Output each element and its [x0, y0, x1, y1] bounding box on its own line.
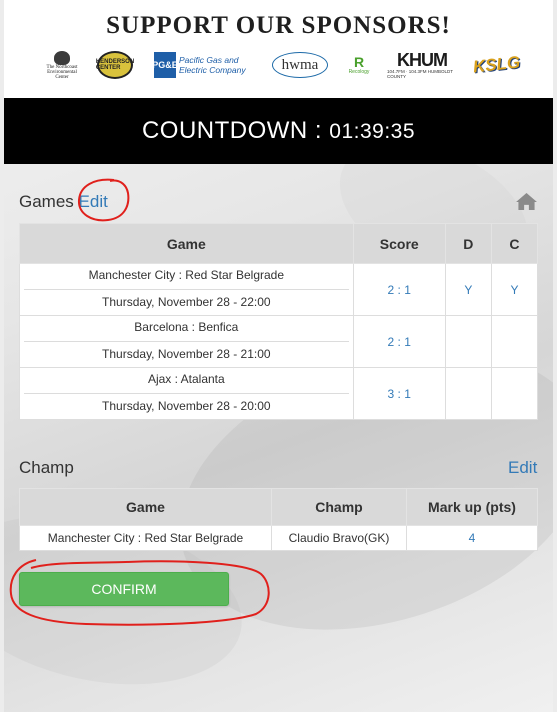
sponsor-logo-kslg[interactable]: KSLG	[472, 48, 522, 82]
champ-game: Manchester City : Red Star Belgrade	[19, 525, 272, 551]
game-score[interactable]: 2 : 1	[352, 315, 446, 368]
games-header: Games Edit	[19, 192, 108, 212]
sponsor-logo-pge[interactable]: PG&E Pacific Gas and Electric Company	[152, 48, 254, 82]
sponsor-logo-hwma[interactable]: hwma	[270, 48, 330, 82]
confirm-button[interactable]: CONFIRM	[19, 572, 229, 606]
column-header-game: Game	[19, 488, 272, 526]
sponsor-logo-recology[interactable]: R Recology	[344, 48, 374, 82]
table-row: Ajax : Atalanta Thursday, November 28 - …	[19, 367, 539, 420]
game-d-flag[interactable]	[444, 315, 492, 368]
game-cell: Manchester City : Red Star Belgrade Thur…	[19, 263, 354, 316]
games-title: Games	[19, 192, 74, 211]
game-cell: Ajax : Atalanta Thursday, November 28 - …	[19, 367, 354, 420]
countdown-bar: COUNTDOWN : 01:39:35	[4, 98, 553, 164]
column-header-score: Score	[352, 223, 446, 264]
sponsor-title: SUPPORT OUR SPONSORS!	[106, 12, 451, 39]
game-c-flag[interactable]	[490, 315, 539, 368]
table-row: Manchester City : Red Star Belgrade Clau…	[19, 525, 538, 551]
column-header-game: Game	[19, 223, 354, 264]
countdown-time: 01:39:35	[329, 120, 416, 143]
game-c-flag[interactable]	[490, 367, 539, 420]
column-header-d: D	[444, 223, 492, 264]
column-header-markup: Mark up (pts)	[406, 488, 538, 526]
game-match: Ajax : Atalanta	[24, 368, 349, 394]
game-date: Thursday, November 28 - 20:00	[102, 399, 271, 413]
games-edit-link[interactable]: Edit	[79, 192, 108, 211]
games-table: Game Score D C Manchester City : Red Sta…	[19, 223, 539, 420]
game-score[interactable]: 2 : 1	[352, 263, 446, 316]
game-score[interactable]: 3 : 1	[352, 367, 446, 420]
sponsor-logo-khum[interactable]: KHUM 104.7FM · 104.3FM HUMBOLDT COUNTY	[387, 48, 457, 82]
game-match: Barcelona : Benfica	[24, 316, 349, 342]
game-cell: Barcelona : Benfica Thursday, November 2…	[19, 315, 354, 368]
leaf-icon	[54, 50, 70, 65]
column-header-c: C	[490, 223, 539, 264]
game-d-flag[interactable]	[444, 367, 492, 420]
champ-table: Game Champ Mark up (pts) Manchester City…	[19, 488, 538, 551]
game-d-flag[interactable]: Y	[444, 263, 492, 316]
sponsor-logos: The Northcoast Environmental Center HEND…	[42, 48, 522, 84]
countdown-label: COUNTDOWN	[141, 117, 308, 144]
champ-markup[interactable]: 4	[406, 525, 538, 551]
page-frame: SUPPORT OUR SPONSORS! The Northcoast Env…	[4, 0, 553, 712]
table-row: Manchester City : Red Star Belgrade Thur…	[19, 263, 539, 316]
games-table-header: Game Score D C	[19, 223, 539, 264]
column-header-champ: Champ	[271, 488, 407, 526]
champ-edit-link[interactable]: Edit	[508, 458, 537, 478]
sponsor-banner: SUPPORT OUR SPONSORS! The Northcoast Env…	[4, 0, 553, 98]
countdown-separator: :	[307, 117, 330, 144]
sponsor-logo-environmental-center[interactable]: The Northcoast Environmental Center	[42, 48, 82, 82]
home-icon[interactable]	[515, 192, 538, 211]
sponsor-logo-henderson-center[interactable]: HENDERSON CENTER	[95, 48, 135, 82]
game-c-flag[interactable]: Y	[490, 263, 539, 316]
game-match: Manchester City : Red Star Belgrade	[24, 264, 349, 290]
game-date: Thursday, November 28 - 21:00	[102, 347, 271, 361]
table-row: Barcelona : Benfica Thursday, November 2…	[19, 315, 539, 368]
champ-title: Champ	[19, 458, 74, 477]
champ-table-header: Game Champ Mark up (pts)	[19, 488, 538, 526]
champ-player: Claudio Bravo(GK)	[271, 525, 407, 551]
game-date: Thursday, November 28 - 22:00	[102, 295, 271, 309]
